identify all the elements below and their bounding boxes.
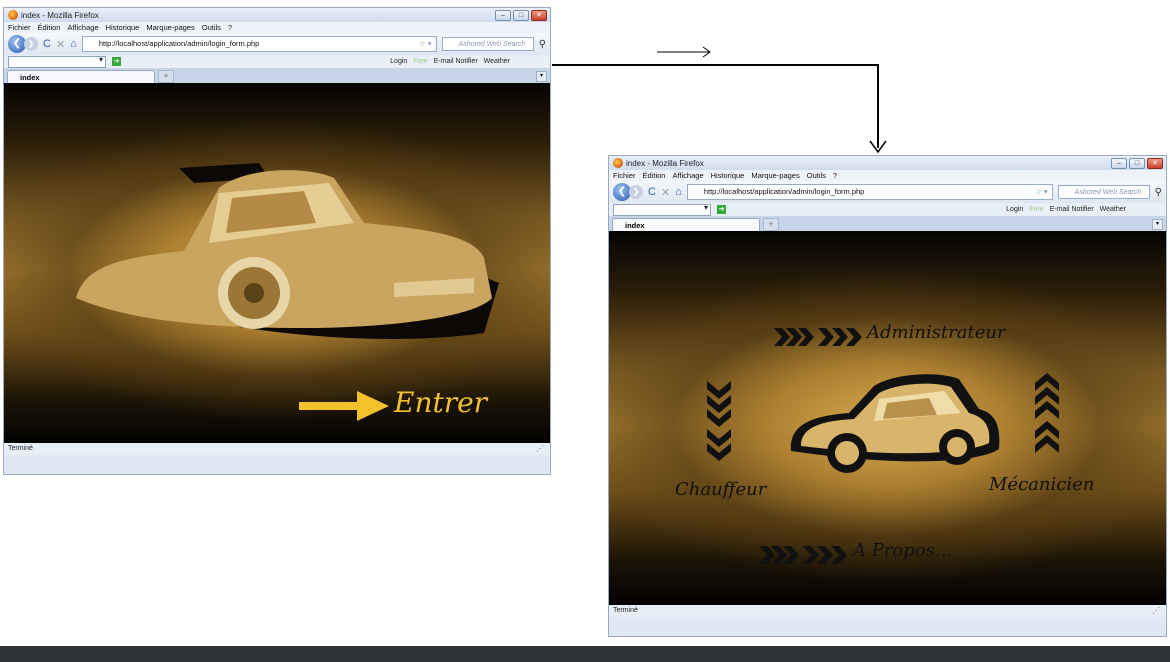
bookmark-star-icon[interactable]: ☆ ▾ bbox=[1035, 185, 1048, 199]
status-bar: Terminé ⋰ bbox=[609, 605, 1166, 617]
title-bar: index - Mozilla Firefox – □ ✕ bbox=[4, 8, 550, 22]
go-icon[interactable]: ➜ bbox=[112, 57, 121, 66]
search-input[interactable]: Ashored Web Search bbox=[1057, 185, 1150, 199]
forward-icon[interactable]: ❯ bbox=[629, 185, 643, 199]
menu-edition[interactable]: Édition bbox=[38, 23, 61, 32]
menu-affichage[interactable]: Affichage bbox=[67, 23, 98, 32]
status-text: Terminé bbox=[8, 445, 33, 452]
chevron-icon bbox=[1035, 373, 1059, 453]
toolbar-weather[interactable]: Weather bbox=[1100, 206, 1126, 213]
resize-grip-icon[interactable]: ⋰ bbox=[1152, 605, 1160, 617]
connector-line-horizontal bbox=[552, 64, 879, 66]
menu-bar: Fichier Édition Affichage Historique Mar… bbox=[609, 170, 1166, 181]
menu-outils[interactable]: Outils bbox=[807, 171, 826, 180]
menu-historique[interactable]: Historique bbox=[106, 23, 140, 32]
status-text: Terminé bbox=[613, 607, 638, 614]
chevron-icon bbox=[774, 328, 862, 346]
tab-strip: index + ▾ bbox=[4, 68, 550, 83]
forward-icon[interactable]: ❯ bbox=[24, 37, 38, 51]
close-button[interactable]: ✕ bbox=[1147, 158, 1163, 169]
menu-marque-pages[interactable]: Marque-pages bbox=[751, 171, 799, 180]
toolbar-email-notifier[interactable]: E-mail Notifier bbox=[1050, 206, 1094, 213]
url-text: http://localhost/application/admin/login… bbox=[98, 39, 260, 48]
connector-line-vertical bbox=[877, 64, 879, 148]
toolbar-login[interactable]: Login bbox=[390, 58, 407, 65]
toolbar-login[interactable]: Login bbox=[1006, 206, 1023, 213]
menu-help[interactable]: ? bbox=[833, 171, 837, 180]
about-link[interactable]: A Propos... bbox=[853, 540, 952, 561]
driver-link[interactable]: Chauffeur bbox=[675, 479, 766, 500]
firefox-logo-icon bbox=[8, 10, 18, 20]
enter-link[interactable]: Entrer bbox=[394, 386, 487, 419]
new-tab-button[interactable]: + bbox=[158, 70, 174, 83]
menu-help[interactable]: ? bbox=[228, 23, 232, 32]
firefox-logo-icon bbox=[613, 158, 623, 168]
navigation-bar: ❮ ❯ C ✕ ⌂ http://localhost/application/a… bbox=[4, 33, 550, 55]
minimize-button[interactable]: – bbox=[495, 10, 511, 21]
chevron-icon bbox=[759, 546, 847, 564]
mechanic-link[interactable]: Mécanicien bbox=[989, 474, 1094, 495]
tab-index[interactable]: index bbox=[612, 218, 760, 231]
stop-icon[interactable]: ✕ bbox=[56, 38, 65, 51]
page-content-home: Entrer bbox=[4, 83, 550, 443]
tab-list-button[interactable]: ▾ bbox=[536, 71, 547, 82]
tab-list-button[interactable]: ▾ bbox=[1152, 219, 1163, 230]
maximize-button[interactable]: □ bbox=[1129, 158, 1145, 169]
close-button[interactable]: ✕ bbox=[531, 10, 547, 21]
menu-affichage[interactable]: Affichage bbox=[672, 171, 703, 180]
go-icon[interactable]: ➜ bbox=[717, 205, 726, 214]
browser-window-home: index - Mozilla Firefox – □ ✕ Fichier Éd… bbox=[3, 7, 551, 475]
menu-bar: Fichier Édition Affichage Historique Mar… bbox=[4, 22, 550, 33]
home-icon[interactable]: ⌂ bbox=[675, 186, 682, 198]
menu-outils[interactable]: Outils bbox=[202, 23, 221, 32]
toolbar-dropdown[interactable] bbox=[613, 203, 711, 216]
menu-marque-pages[interactable]: Marque-pages bbox=[146, 23, 194, 32]
bookmark-star-icon[interactable]: ☆ ▾ bbox=[419, 37, 432, 51]
menu-historique[interactable]: Historique bbox=[711, 171, 745, 180]
search-icon[interactable]: ⚲ bbox=[539, 39, 546, 50]
connector-arrowhead-icon bbox=[869, 140, 887, 154]
page-content-login: Administrateur Chauffeur Mécanicien A Pr… bbox=[609, 231, 1166, 605]
minimize-button[interactable]: – bbox=[1111, 158, 1127, 169]
bookmarks-toolbar: ➜ Login Free E-mail Notifier Weather bbox=[609, 203, 1166, 216]
window-title: index - Mozilla Firefox bbox=[626, 158, 704, 168]
search-icon[interactable]: ⚲ bbox=[1155, 187, 1162, 198]
tab-index[interactable]: index bbox=[7, 70, 155, 83]
toolbar-free[interactable]: Free bbox=[413, 58, 427, 65]
toolbar-email-notifier[interactable]: E-mail Notifier bbox=[434, 58, 478, 65]
maximize-button[interactable]: □ bbox=[513, 10, 529, 21]
resize-grip-icon[interactable]: ⋰ bbox=[536, 443, 544, 455]
chevron-icon bbox=[707, 381, 731, 461]
bookmarks-toolbar: ➜ Login Free E-mail Notifier Weather bbox=[4, 55, 550, 68]
toolbar-weather[interactable]: Weather bbox=[484, 58, 510, 65]
url-bar[interactable]: http://localhost/application/admin/login… bbox=[686, 184, 1053, 200]
url-bar[interactable]: http://localhost/application/admin/login… bbox=[81, 36, 437, 52]
stop-icon[interactable]: ✕ bbox=[661, 186, 670, 199]
navigation-bar: ❮ ❯ C ✕ ⌂ http://localhost/application/a… bbox=[609, 181, 1166, 203]
small-arrow-icon bbox=[657, 46, 711, 58]
window-title: index - Mozilla Firefox bbox=[21, 10, 99, 20]
search-input[interactable]: Ashored Web Search bbox=[441, 37, 534, 51]
toolbar-dropdown[interactable] bbox=[8, 55, 106, 68]
url-text: http://localhost/application/admin/login… bbox=[703, 187, 865, 196]
home-icon[interactable]: ⌂ bbox=[70, 38, 77, 50]
toolbar-free[interactable]: Free bbox=[1029, 206, 1043, 213]
menu-fichier[interactable]: Fichier bbox=[613, 171, 636, 180]
status-bar: Terminé ⋰ bbox=[4, 443, 550, 455]
car-illustration bbox=[790, 374, 1000, 473]
menu-edition[interactable]: Édition bbox=[643, 171, 666, 180]
reload-icon[interactable]: C bbox=[43, 38, 51, 50]
new-tab-button[interactable]: + bbox=[763, 218, 779, 231]
menu-fichier[interactable]: Fichier bbox=[8, 23, 31, 32]
arrow-right-icon bbox=[299, 391, 389, 421]
admin-link[interactable]: Administrateur bbox=[867, 322, 1006, 343]
tab-strip: index + ▾ bbox=[609, 216, 1166, 231]
bottom-dark-bar bbox=[0, 646, 1170, 662]
browser-window-login: index - Mozilla Firefox – □ ✕ Fichier Éd… bbox=[608, 155, 1167, 637]
title-bar: index - Mozilla Firefox – □ ✕ bbox=[609, 156, 1166, 170]
reload-icon[interactable]: C bbox=[648, 186, 656, 198]
